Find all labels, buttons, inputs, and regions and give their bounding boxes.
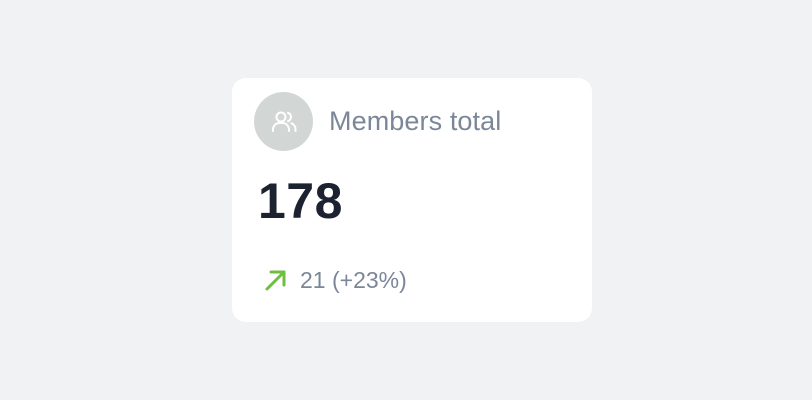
arrow-up-right-icon (265, 270, 286, 291)
card-header: Members total (254, 92, 501, 151)
card-title: Members total (329, 106, 502, 136)
members-count: 178 (258, 173, 343, 229)
trend-indicator: 21 (+23%) (262, 266, 407, 294)
members-total-card: Members total 178 21 (+23%) (232, 78, 592, 322)
users-icon (271, 111, 296, 132)
members-avatar (254, 92, 313, 151)
trend-delta: 21 (+23%) (300, 266, 407, 293)
